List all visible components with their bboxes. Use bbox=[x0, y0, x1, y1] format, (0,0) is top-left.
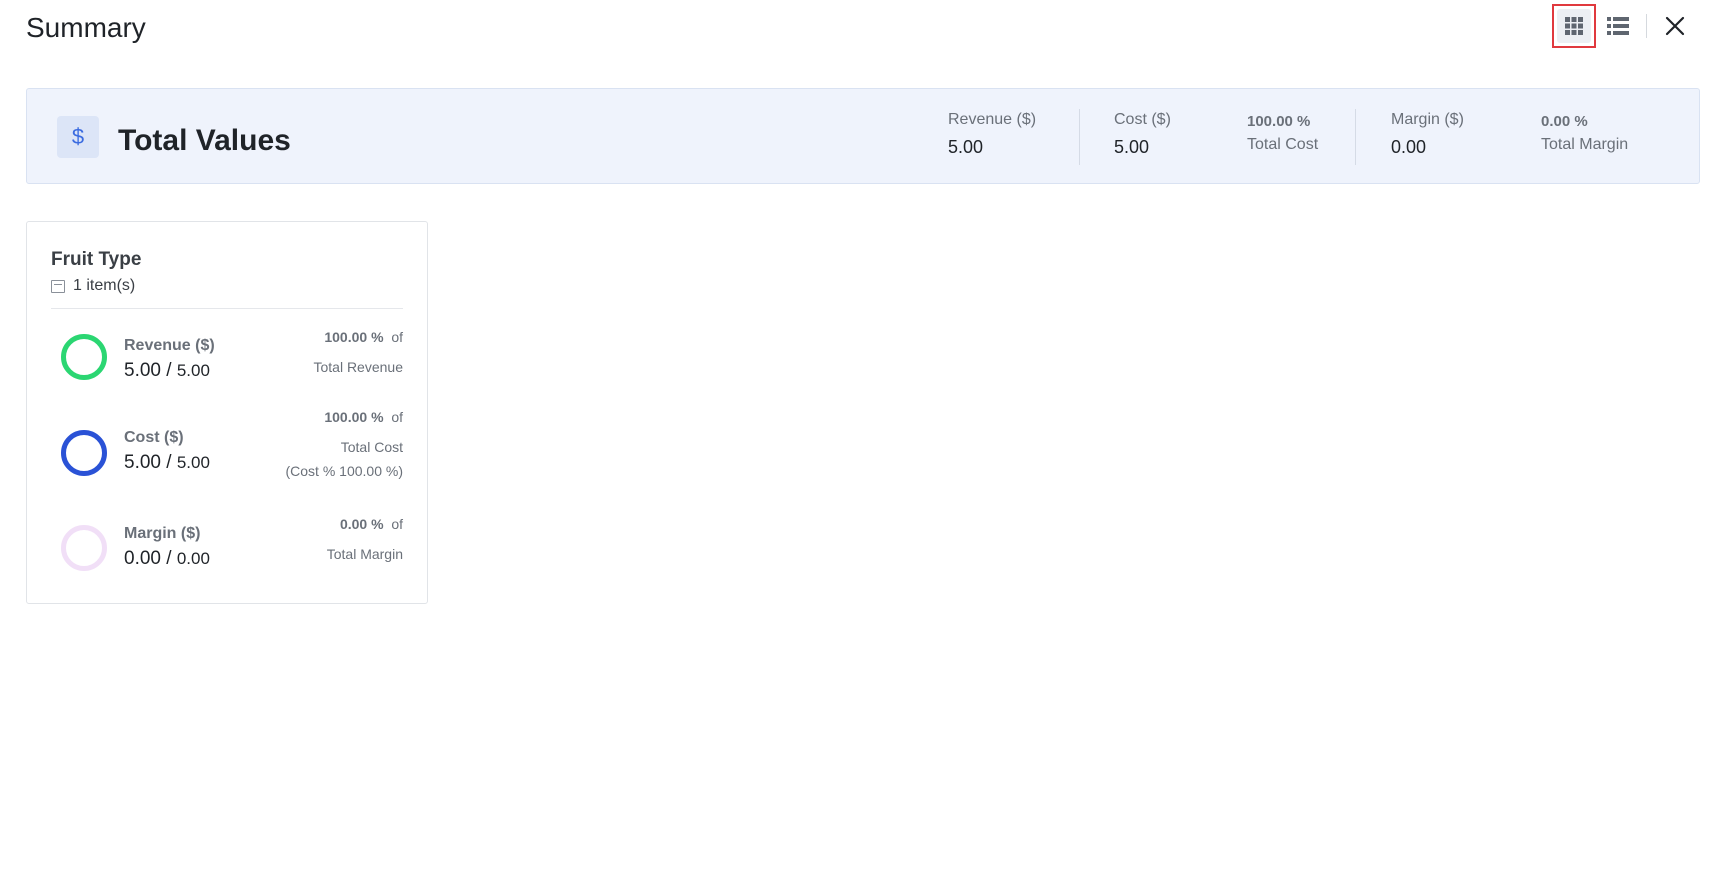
close-icon bbox=[1665, 16, 1685, 36]
divider bbox=[1355, 109, 1356, 165]
revenue-label: Revenue ($) bbox=[124, 337, 215, 354]
margin-percent: 0.00 % of Total Margin bbox=[326, 516, 403, 562]
margin-ring-icon bbox=[61, 525, 107, 571]
total-revenue-value: 5.00 bbox=[948, 137, 984, 157]
total-cost-metric: Cost ($) 5.00 bbox=[1114, 111, 1171, 158]
total-values-title: Total Values bbox=[118, 124, 291, 157]
item-box-icon bbox=[51, 279, 65, 293]
total-revenue-label: Revenue ($) bbox=[948, 111, 1037, 128]
cost-label: Cost ($) bbox=[124, 429, 184, 446]
total-margin-pct-label: Total Margin bbox=[1541, 136, 1629, 153]
item-count: 1 item(s) bbox=[51, 277, 135, 295]
total-cost-label: Cost ($) bbox=[1114, 111, 1171, 128]
total-values-banner: $ Total Values Revenue ($) 5.00 Cost ($)… bbox=[26, 88, 1700, 184]
list-icon bbox=[1607, 17, 1629, 35]
page-title: Summary bbox=[26, 12, 146, 43]
revenue-percent: 100.00 % of Total Revenue bbox=[313, 329, 403, 375]
total-margin-value: 0.00 bbox=[1391, 137, 1427, 157]
total-cost-percent: 100.00 % Total Cost bbox=[1247, 111, 1318, 154]
fruit-type-card[interactable]: Fruit Type 1 item(s) Revenue ($) 5.00 / … bbox=[26, 221, 428, 604]
close-button[interactable] bbox=[1657, 8, 1693, 44]
total-margin-percent: 0.00 % Total Margin bbox=[1541, 111, 1628, 154]
margin-label: Margin ($) bbox=[124, 525, 201, 542]
dollar-icon: $ bbox=[57, 116, 99, 158]
cost-percent: 100.00 % of Total Cost (Cost % 100.00 %) bbox=[285, 409, 404, 479]
total-cost-value: 5.00 bbox=[1114, 137, 1150, 157]
total-revenue-metric: Revenue ($) 5.00 bbox=[948, 111, 1036, 158]
cost-value: 5.00 / 5.00 bbox=[124, 452, 210, 473]
total-cost-pct-label: Total Cost bbox=[1247, 136, 1319, 153]
revenue-ring-icon bbox=[61, 334, 107, 380]
list-view-button[interactable] bbox=[1596, 4, 1640, 48]
item-count-label: 1 item(s) bbox=[73, 277, 136, 294]
toolbar-divider bbox=[1646, 14, 1647, 38]
margin-value: 0.00 / 0.00 bbox=[124, 548, 210, 569]
grid-view-button[interactable] bbox=[1552, 4, 1596, 48]
total-margin-pct-value: 0.00 % bbox=[1541, 113, 1588, 130]
revenue-value: 5.00 / 5.00 bbox=[124, 360, 210, 381]
grid-icon bbox=[1565, 17, 1583, 35]
total-cost-pct-value: 100.00 % bbox=[1247, 113, 1311, 130]
card-divider bbox=[51, 308, 403, 309]
total-margin-metric: Margin ($) 0.00 bbox=[1391, 111, 1464, 158]
divider bbox=[1079, 109, 1080, 165]
view-toolbar bbox=[1552, 4, 1693, 48]
cost-ring-icon bbox=[61, 430, 107, 476]
total-margin-label: Margin ($) bbox=[1391, 111, 1464, 128]
card-title: Fruit Type bbox=[51, 249, 142, 270]
